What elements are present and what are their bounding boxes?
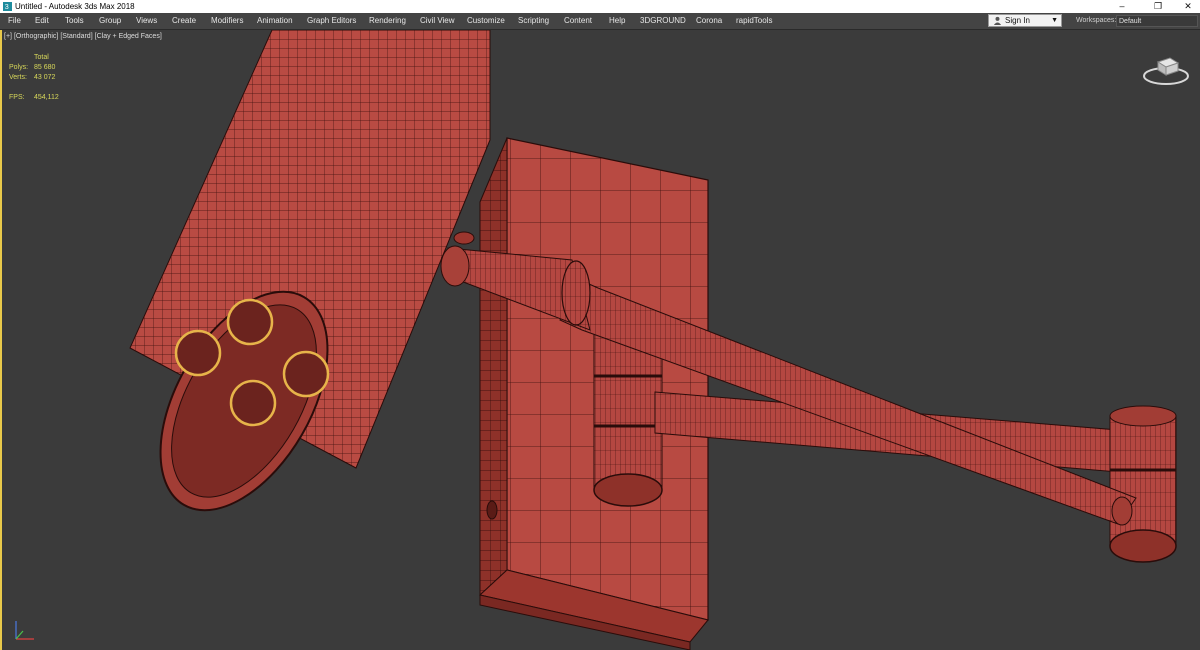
- viewport-label-bar: [+] [Orthographic] [Standard] [Clay + Edged…: [4, 33, 164, 40]
- sign-in-dropdown[interactable]: Sign In ▼: [988, 14, 1062, 27]
- sign-in-label: Sign In: [1005, 16, 1030, 25]
- axis-tripod-icon: [15, 621, 34, 640]
- statistics-overlay: Total Polys: 85 680 Verts: 43 072 FPS: 454,…: [9, 53, 79, 103]
- menu-corona[interactable]: Corona: [696, 13, 722, 29]
- verts-label: Verts:: [9, 74, 27, 81]
- app-icon: 3: [3, 2, 12, 11]
- hinge-left[interactable]: [593, 329, 663, 507]
- viewport-shading-standard-menu[interactable]: [Standard]: [60, 33, 92, 40]
- svg-text:3: 3: [5, 2, 9, 11]
- workspaces-label: Workspaces:: [1076, 17, 1117, 24]
- led-bulb-4: [229, 379, 277, 427]
- title-bar: 3 Untitled - Autodesk 3ds Max 2018 – ❐ ✕: [0, 0, 1200, 13]
- workspaces-select[interactable]: Default: [1116, 15, 1198, 27]
- viewport-plus-menu[interactable]: [+]: [4, 33, 12, 40]
- menu-modifiers[interactable]: Modifiers: [211, 13, 243, 29]
- menu-edit[interactable]: Edit: [35, 13, 49, 29]
- viewport-pov-menu[interactable]: [Orthographic]: [14, 33, 58, 40]
- menu-create[interactable]: Create: [172, 13, 196, 29]
- menu-tools[interactable]: Tools: [65, 13, 84, 29]
- verts-value: 43 072: [34, 74, 56, 81]
- chevron-down-icon: ▼: [1051, 17, 1058, 24]
- perspective-viewport[interactable]: [+] [Orthographic] [Standard] [Clay + Edged…: [0, 30, 1200, 650]
- menu-graph-editors[interactable]: Graph Editors: [307, 13, 356, 29]
- scene-canvas[interactable]: [0, 30, 1200, 650]
- menu-group[interactable]: Group: [99, 13, 121, 29]
- menu-animation[interactable]: Animation: [257, 13, 293, 29]
- close-button[interactable]: ✕: [1176, 0, 1200, 13]
- menu-scripting[interactable]: Scripting: [518, 13, 549, 29]
- active-viewport-border: [0, 30, 2, 650]
- viewport-display-mode-menu[interactable]: [Clay + Edged Faces]: [95, 33, 162, 40]
- workspaces-value: Default: [1119, 18, 1142, 25]
- menu-file[interactable]: File: [8, 13, 21, 29]
- led-bulb-1: [174, 329, 222, 377]
- window-title: Untitled - Autodesk 3ds Max 2018: [15, 2, 135, 11]
- menu-3dground[interactable]: 3DGROUND: [640, 13, 686, 29]
- lamp-head[interactable]: [126, 30, 491, 538]
- stats-header: Total: [34, 54, 49, 61]
- hinge-right[interactable]: [1109, 405, 1177, 563]
- polys-value: 85 680: [34, 64, 56, 71]
- menu-civil-view[interactable]: Civil View: [420, 13, 455, 29]
- menu-rendering[interactable]: Rendering: [369, 13, 406, 29]
- menu-bar: File Edit Tools Group Views Create Modif…: [0, 13, 1200, 30]
- maximize-button[interactable]: ❐: [1146, 0, 1170, 13]
- minimize-button[interactable]: –: [1110, 0, 1134, 13]
- led-bulb-3: [282, 350, 330, 398]
- menu-help[interactable]: Help: [609, 13, 625, 29]
- menu-customize[interactable]: Customize: [467, 13, 505, 29]
- led-bulb-2: [226, 298, 274, 346]
- menu-rapidtools[interactable]: rapidTools: [736, 13, 772, 29]
- fps-value: 454,112: [34, 94, 59, 101]
- polys-label: Polys:: [9, 64, 29, 71]
- menu-views[interactable]: Views: [136, 13, 157, 29]
- menu-content[interactable]: Content: [564, 13, 592, 29]
- user-icon: [993, 16, 1002, 25]
- viewcube-icon[interactable]: [1140, 50, 1192, 88]
- fps-label: FPS:: [9, 94, 25, 101]
